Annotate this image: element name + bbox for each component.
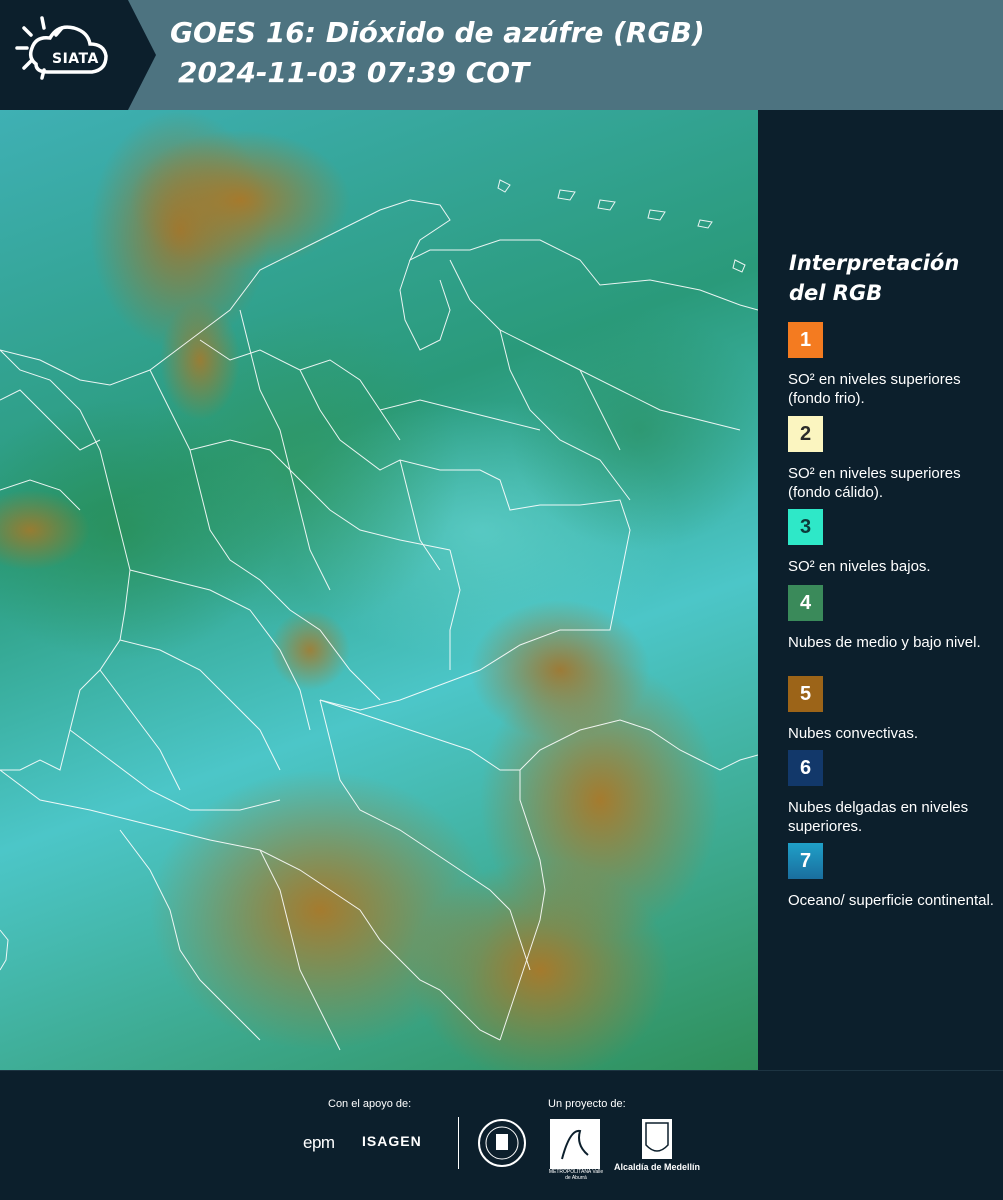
epm-logo: epm <box>303 1133 335 1152</box>
legend-item-5: 5 Nubes convectivas. <box>788 676 998 743</box>
legend-swatch-3: 3 <box>788 509 823 545</box>
legend-swatch-5: 5 <box>788 676 823 712</box>
project-label: Un proyecto de: <box>548 1098 626 1110</box>
footer: Con el apoyo de: Un proyecto de: epm ISA… <box>0 1070 1003 1200</box>
legend-swatch-1: 1 <box>788 322 823 358</box>
legend-item-4: 4 Nubes de medio y bajo nivel. <box>788 585 998 652</box>
legend-swatch-7: 7 <box>788 843 823 879</box>
legend-desc-5: Nubes convectivas. <box>788 725 919 742</box>
area-metropolitana-logo <box>550 1119 600 1169</box>
alcaldia-text: Alcaldía de Medellín <box>613 1162 701 1172</box>
isagen-logo: ISAGEN <box>362 1133 422 1149</box>
medellin-seal-icon <box>478 1119 526 1167</box>
legend-desc-7: Oceano/ superficie continental. <box>788 892 994 909</box>
legend-item-6: 6 Nubes delgadas en niveles superiores. <box>788 750 998 836</box>
footer-divider <box>458 1117 459 1169</box>
legend-desc-6: Nubes delgadas en niveles superiores. <box>788 799 969 835</box>
country-borders <box>0 179 758 1051</box>
legend-item-2: 2 SO² en niveles superiores (fondo cálid… <box>788 416 998 502</box>
satellite-map <box>0 110 758 1070</box>
legend-panel: Interpretación del RGB 1 SO² en niveles … <box>758 110 1003 1070</box>
legend-desc-3: SO² en niveles bajos. <box>788 558 931 575</box>
legend-title: Interpretación del RGB <box>789 251 960 305</box>
legend-swatch-2: 2 <box>788 416 823 452</box>
page-timestamp: 2024-11-03 07:39 COT <box>178 56 530 89</box>
legend-desc-4: Nubes de medio y bajo nivel. <box>788 634 981 651</box>
logo-arrow <box>128 0 156 110</box>
legend-swatch-6: 6 <box>788 750 823 786</box>
support-label: Con el apoyo de: <box>328 1098 412 1110</box>
legend-item-7: 7 Oceano/ superficie continental. <box>788 843 998 910</box>
legend-swatch-4: 4 <box>788 585 823 621</box>
siata-logo: SIATA <box>14 14 126 94</box>
legend-desc-2: SO² en niveles superiores (fondo cálido)… <box>788 465 961 501</box>
logo-text: SIATA <box>52 51 99 67</box>
legend-item-3: 3 SO² en niveles bajos. <box>788 509 998 576</box>
alcaldia-shield-icon <box>642 1119 672 1159</box>
area-metropolitana-text: METROPOLITANA Valle de Aburrá <box>548 1169 604 1181</box>
legend-item-1: 1 SO² en niveles superiores (fondo frio)… <box>788 322 998 408</box>
header-bar: SIATA GOES 16: Dióxido de azúfre (RGB) 2… <box>0 0 1003 110</box>
legend-desc-1: SO² en niveles superiores (fondo frio). <box>788 371 961 407</box>
page-title: GOES 16: Dióxido de azúfre (RGB) <box>170 16 705 49</box>
